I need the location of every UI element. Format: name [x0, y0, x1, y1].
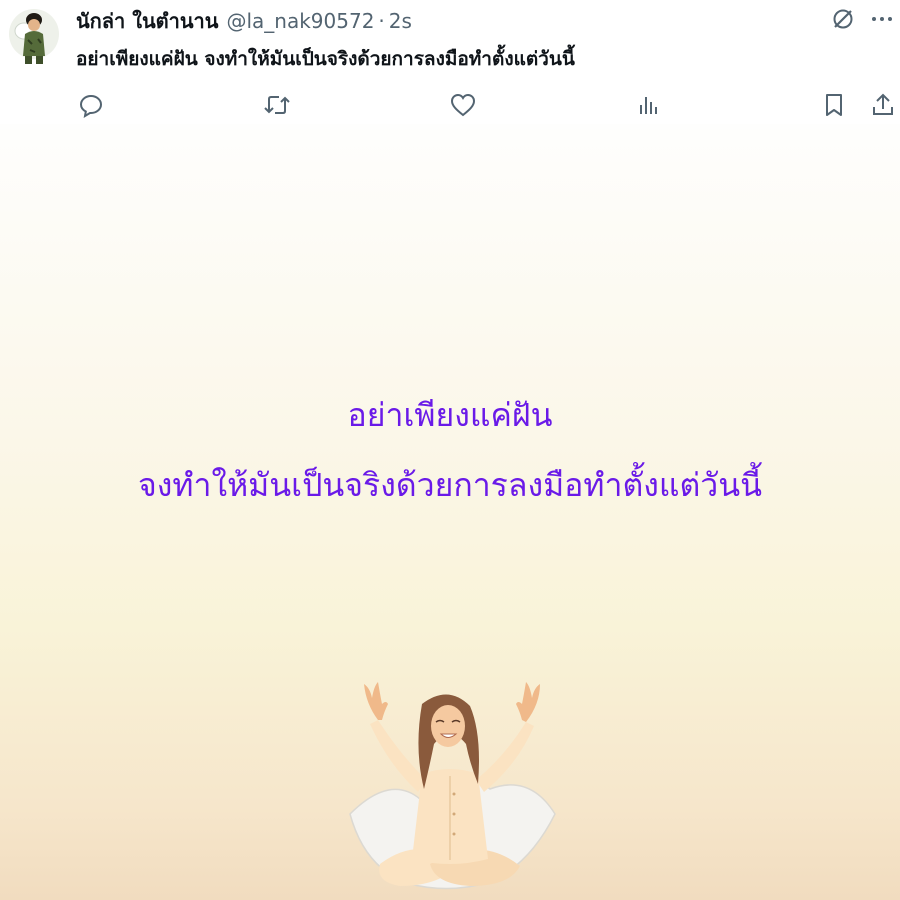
tweet-header: นักล่า ในตำนาน @la_nak90572 · 2s: [76, 6, 412, 36]
timestamp[interactable]: 2s: [389, 9, 412, 33]
user-handle[interactable]: @la_nak90572: [226, 9, 374, 33]
media-headline: อย่าเพียงแค่ฝัน: [347, 396, 553, 434]
reply-icon[interactable]: [78, 92, 104, 118]
stretching-woman-illustration: [349, 682, 556, 890]
media-subline: จงทำให้มันเป็นจริงด้วยการลงมือทำตั้งแต่ว…: [138, 466, 762, 504]
action-bar: [0, 90, 900, 122]
top-icons: [830, 6, 894, 32]
tweet-text: อย่าเพียงแค่ฝัน จงทำให้มันเป็นจริงด้วยกา…: [76, 48, 575, 70]
views-icon[interactable]: [636, 92, 662, 118]
like-icon[interactable]: [449, 92, 477, 118]
share-icon[interactable]: [870, 92, 896, 118]
grok-icon[interactable]: [830, 6, 856, 32]
separator-dot: ·: [378, 9, 385, 33]
retweet-icon[interactable]: [262, 92, 292, 118]
display-name[interactable]: นักล่า ในตำนาน: [76, 5, 218, 37]
more-icon[interactable]: [870, 7, 894, 31]
bookmark-icon[interactable]: [822, 92, 846, 118]
tweet: นักล่า ในตำนาน @la_nak90572 · 2s อย่าเพี…: [0, 0, 900, 900]
tweet-media-image[interactable]: อย่าเพียงแค่ฝัน จงทำให้มันเป็นจริงด้วยกา…: [0, 124, 900, 900]
avatar[interactable]: [8, 6, 60, 66]
